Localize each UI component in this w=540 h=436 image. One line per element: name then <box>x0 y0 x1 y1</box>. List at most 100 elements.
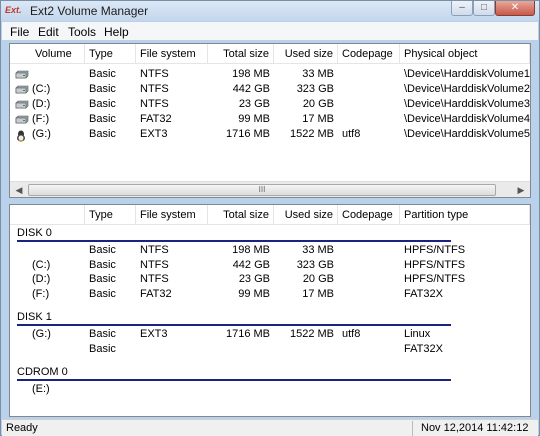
cell-ptype: HPFS/NTFS <box>404 244 466 256</box>
disk-label[interactable]: DISK 1 <box>17 311 52 323</box>
table-row[interactable]: (F:) Basic FAT32 99 MB 17 MB FAT32X <box>10 287 530 302</box>
column-header-type[interactable]: Type <box>85 44 136 64</box>
cell-total: 198 MB <box>232 68 270 80</box>
cell-total <box>212 342 270 357</box>
scroll-left-arrow-icon[interactable]: ◀ <box>11 183 27 197</box>
title-bar[interactable]: Ext. Ext2 Volume Manager – □ ✕ <box>1 1 539 21</box>
column-header-volume[interactable] <box>10 205 85 225</box>
disk-label[interactable]: DISK 0 <box>17 227 52 239</box>
cell-total: 442 GB <box>232 83 270 95</box>
column-header-total[interactable]: Total size <box>208 44 274 64</box>
column-header-codepage[interactable]: Codepage <box>338 205 400 225</box>
cell-object: \Device\HarddiskVolume2 <box>404 83 530 95</box>
cell-type: Basic <box>89 328 116 340</box>
cell-codepage <box>342 272 400 287</box>
hard-disk-icon <box>15 70 29 79</box>
cell-fs: NTFS <box>140 273 169 285</box>
cell-object: \Device\HarddiskVolume1 <box>404 68 530 80</box>
menu-help[interactable]: Help <box>104 25 129 39</box>
cell-codepage <box>342 82 400 97</box>
menu-file[interactable]: File <box>10 25 29 39</box>
column-header-type[interactable]: Type <box>85 205 136 225</box>
disk-label[interactable]: CDROM 0 <box>17 366 68 378</box>
table-row[interactable]: (G:) Basic EXT3 1716 MB 1522 MB utf8 Linux <box>10 327 530 342</box>
volume-list-header: Volume Type File system Total size Used size… <box>10 44 530 64</box>
cell-codepage: utf8 <box>342 128 361 140</box>
cell-used: 1522 MB <box>289 328 334 340</box>
cell-volume <box>32 67 85 82</box>
cell-fs: EXT3 <box>140 128 168 140</box>
cell-used: 17 MB <box>302 113 334 125</box>
table-row[interactable]: (D:) Basic NTFS 23 GB 20 GB \Device\HarddiskV… <box>10 97 530 112</box>
cell-volume: (F:) <box>32 113 50 125</box>
cell-codepage <box>342 112 400 127</box>
cell-fs: FAT32 <box>140 113 172 125</box>
column-header-fs[interactable]: File system <box>136 44 208 64</box>
column-header-codepage[interactable]: Codepage <box>338 44 400 64</box>
hard-disk-icon <box>15 100 29 109</box>
cell-used: 20 GB <box>302 273 334 285</box>
hard-disk-icon <box>15 115 29 124</box>
cell-volume: (C:) <box>32 258 51 271</box>
cell-type: Basic <box>89 128 116 140</box>
cell-codepage <box>342 67 400 82</box>
column-header-used[interactable]: Used size <box>274 44 338 64</box>
table-row[interactable]: Basic NTFS 198 MB 33 MB HPFS/NTFS <box>10 243 530 258</box>
volume-list[interactable]: Volume Type File system Total size Used size… <box>9 43 531 198</box>
cell-codepage <box>342 287 400 302</box>
cell-volume <box>32 243 85 258</box>
cell-volume: (C:) <box>32 83 51 95</box>
cell-type: Basic <box>89 98 116 110</box>
table-row[interactable]: (C:) Basic NTFS 442 GB 323 GB HPFS/NTFS <box>10 258 530 273</box>
disk-divider <box>17 379 451 381</box>
cell-total: 23 GB <box>238 273 270 285</box>
cell-total: 442 GB <box>232 258 270 271</box>
partition-list[interactable]: Type File system Total size Used size Codepa… <box>9 204 531 417</box>
cell-type <box>89 382 136 397</box>
status-bar: Ready Nov 12,2014 11:42:12 <box>2 419 538 436</box>
window-title: Ext2 Volume Manager <box>30 4 149 18</box>
cell-object: \Device\HarddiskVolume5 <box>404 128 530 140</box>
column-header-ptype[interactable]: Partition type <box>400 205 530 225</box>
menu-tools[interactable]: Tools <box>68 25 96 39</box>
minimize-button[interactable]: – <box>451 1 473 16</box>
cell-total: 23 GB <box>238 98 270 110</box>
table-row[interactable]: Basic FAT32X <box>10 342 530 357</box>
cell-used: 33 MB <box>302 244 334 256</box>
cell-ptype <box>404 382 530 397</box>
table-row[interactable]: Basic NTFS 198 MB 33 MB \Device\HarddiskVolu… <box>10 67 530 82</box>
cell-fs: NTFS <box>140 98 169 110</box>
table-row[interactable]: (G:) Basic EXT3 1716 MB 1522 MB utf8 \Device\H… <box>10 127 530 142</box>
cell-volume: (G:) <box>32 328 51 340</box>
cell-codepage <box>342 258 400 273</box>
column-header-total[interactable]: Total size <box>208 205 274 225</box>
column-header-used[interactable]: Used size <box>274 205 338 225</box>
cell-total <box>212 382 270 397</box>
table-row[interactable]: (D:) Basic NTFS 23 GB 20 GB HPFS/NTFS <box>10 272 530 287</box>
disk-divider <box>17 240 451 242</box>
cell-type: Basic <box>89 287 116 300</box>
cell-used: 17 MB <box>302 287 334 300</box>
maximize-button[interactable]: □ <box>473 1 495 16</box>
menu-edit[interactable]: Edit <box>38 25 59 39</box>
partition-list-header: Type File system Total size Used size Codepa… <box>10 205 530 225</box>
cell-fs: NTFS <box>140 244 169 256</box>
column-header-object[interactable]: Physical object <box>400 44 530 64</box>
cell-fs: EXT3 <box>140 328 168 340</box>
column-header-fs[interactable]: File system <box>136 205 208 225</box>
cell-volume: (G:) <box>32 128 51 140</box>
scroll-right-arrow-icon[interactable]: ▶ <box>513 183 529 197</box>
hard-disk-icon <box>15 85 29 94</box>
cell-ptype: Linux <box>404 328 431 340</box>
table-row[interactable]: (C:) Basic NTFS 442 GB 323 GB \Device\Harddis… <box>10 82 530 97</box>
app-logo-icon: Ext. <box>5 5 22 15</box>
cell-volume: (D:) <box>32 273 51 285</box>
column-header-volume[interactable]: Volume <box>10 44 85 64</box>
cell-type: Basic <box>89 258 116 271</box>
scroll-thumb[interactable]: III <box>28 184 496 196</box>
table-row[interactable]: (F:) Basic FAT32 99 MB 17 MB \Device\Harddisk… <box>10 112 530 127</box>
horizontal-scrollbar[interactable]: ◀ III ▶ <box>10 181 530 197</box>
cell-codepage <box>342 97 400 112</box>
table-row[interactable]: (E:) <box>10 382 530 397</box>
close-button[interactable]: ✕ <box>495 1 535 16</box>
